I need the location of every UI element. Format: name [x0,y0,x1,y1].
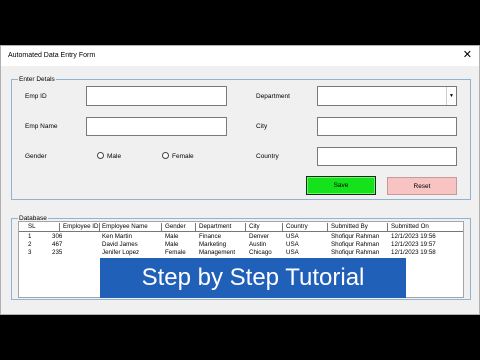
table-cell: Chicago [249,249,272,256]
table-cell: Management [199,249,236,256]
table-cell: 12/1/2023 19:56 [391,233,436,240]
table-cell: USA [286,241,299,248]
title-bar: Automated Data Entry Form ✕ [1,46,479,66]
country-label: Country [256,153,279,160]
column-header: Submitted On [391,223,429,230]
column-header: Employee ID [63,223,99,230]
female-label: Female [172,153,194,160]
column-header: SL [28,223,36,230]
table-cell: 467 [52,241,63,248]
female-radio[interactable] [162,152,169,159]
column-header: Submitted By [331,223,368,230]
table-cell: 1 [28,233,32,240]
close-icon[interactable]: ✕ [463,49,472,61]
table-cell: Shofiqur Rahman [331,249,380,256]
department-dropdown[interactable]: ▼ [317,86,457,106]
table-row[interactable]: 2 467 David James Male Marketing Austin … [19,241,463,249]
table-cell: Male [165,241,179,248]
male-radio[interactable] [97,152,104,159]
table-cell: 3 [28,249,32,256]
chevron-down-icon[interactable]: ▼ [446,87,456,105]
tutorial-banner: Step by Step Tutorial [100,258,406,298]
table-cell: USA [286,249,299,256]
country-input[interactable] [317,147,457,166]
column-header: City [249,223,260,230]
table-cell: 12/1/2023 19:58 [391,249,436,256]
department-label: Department [256,93,290,100]
save-button[interactable]: Save [306,176,376,195]
gender-label: Gender [25,153,47,160]
table-cell: 2 [28,241,32,248]
column-header: Department [199,223,232,230]
table-cell: 235 [52,249,63,256]
city-input[interactable] [317,117,457,136]
emp-name-label: Emp Name [25,123,58,130]
enter-details-label: Enter Detals [18,75,56,84]
emp-id-input[interactable] [86,86,227,106]
table-cell: Jenifer Lopez [102,249,140,256]
column-header: Gender [165,223,186,230]
table-cell: Ken Martin [102,233,132,240]
male-label: Male [107,153,122,160]
table-cell: David James [102,241,138,248]
table-cell: 12/1/2023 19:57 [391,241,436,248]
table-cell: Denver [249,233,269,240]
table-cell: 306 [52,233,63,240]
reset-button[interactable]: Reset [387,177,457,195]
column-header: Country [286,223,308,230]
table-cell: USA [286,233,299,240]
city-label: City [256,123,268,130]
emp-name-input[interactable] [86,117,227,136]
table-cell: Shofiqur Rahman [331,233,380,240]
window-title: Automated Data Entry Form [8,52,96,59]
table-cell: Austin [249,241,267,248]
table-cell: Shofiqur Rahman [331,241,380,248]
table-row[interactable]: 1 306 Ken Martin Male Finance Denver USA… [19,233,463,241]
table-cell: Marketing [199,241,227,248]
table-cell: Finance [199,233,222,240]
column-header: Employee Name [102,223,148,230]
table-cell: Male [165,233,179,240]
table-cell: Female [165,249,186,256]
table-header: SL Employee ID Employee Name Gender Depa… [19,223,463,232]
table-row[interactable]: 3 235 Jenifer Lopez Female Management Ch… [19,249,463,257]
emp-id-label: Emp ID [25,93,47,100]
